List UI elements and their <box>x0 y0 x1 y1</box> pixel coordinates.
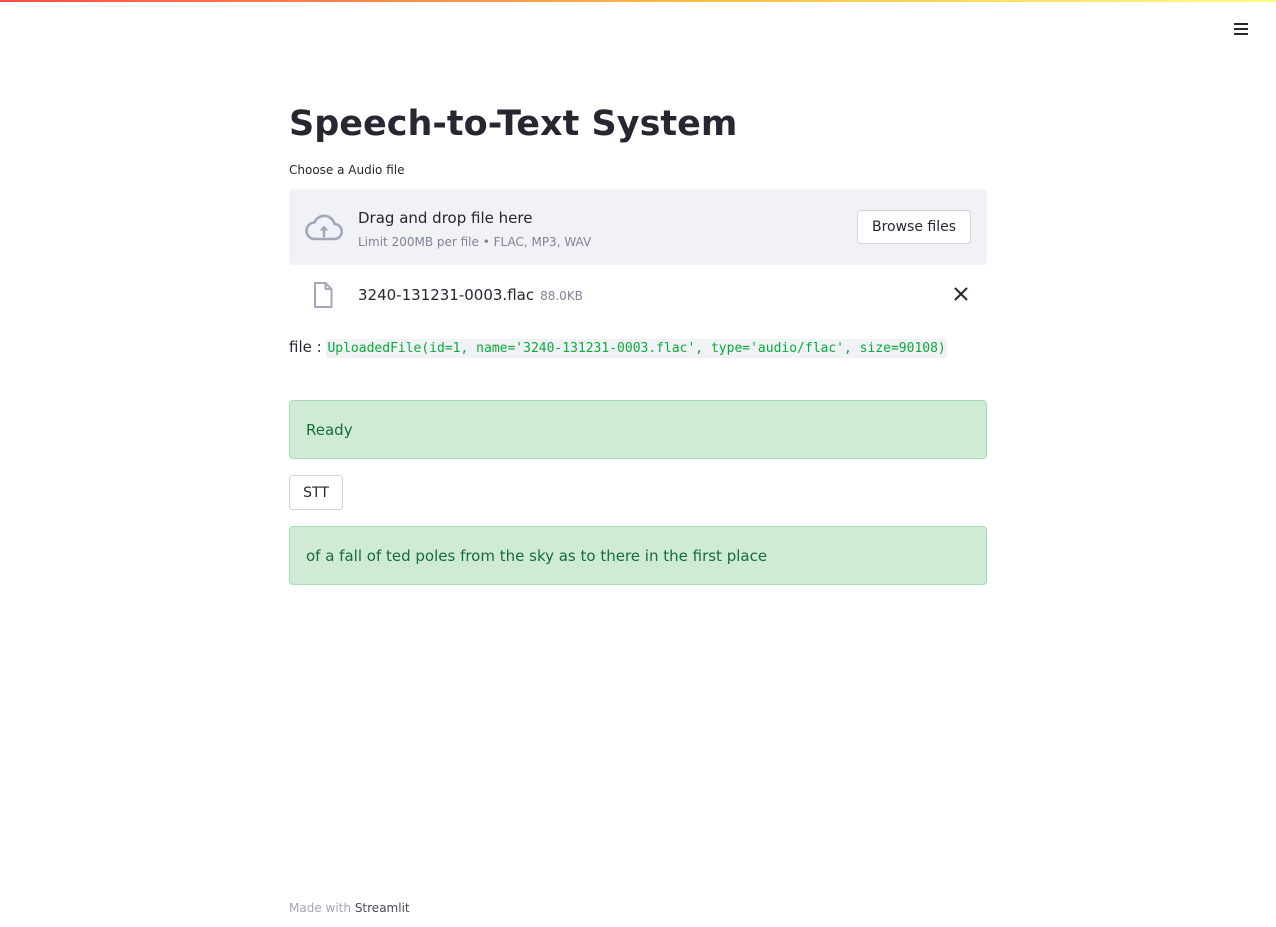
footer: Made with Streamlit <box>289 900 410 916</box>
stt-button[interactable]: STT <box>289 475 343 510</box>
file-dropzone[interactable]: Drag and drop file here Limit 200MB per … <box>289 189 987 265</box>
uploaded-file-name: 3240-131231-0003.flac 88.0KB <box>358 285 583 306</box>
close-icon <box>954 287 968 301</box>
file-info-text: file : UploadedFile(id=1, name='3240-131… <box>289 335 987 361</box>
page-title: Speech-to-Text System <box>289 104 738 144</box>
status-alert-text: Ready <box>306 420 353 439</box>
main-menu-button[interactable] <box>1228 16 1254 42</box>
status-alert: Ready <box>289 400 987 459</box>
file-info-prefix: file : <box>289 338 322 356</box>
browse-files-button[interactable]: Browse files <box>857 210 971 244</box>
transcription-result-alert: of a fall of ted poles from the sky as t… <box>289 526 987 585</box>
file-icon <box>314 282 333 308</box>
remove-file-button[interactable] <box>951 284 971 304</box>
dropzone-limit-text: Limit 200MB per file • FLAC, MP3, WAV <box>358 235 592 249</box>
uploaded-file-size: 88.0KB <box>540 289 583 303</box>
uploaded-file-item: 3240-131231-0003.flac 88.0KB <box>289 276 987 312</box>
transcription-result-text: of a fall of ted poles from the sky as t… <box>306 546 768 565</box>
footer-prefix: Made with <box>289 901 351 915</box>
file-info-code: UploadedFile(id=1, name='3240-131231-000… <box>326 339 947 358</box>
header-decoration <box>0 0 1276 2</box>
file-uploader-label: Choose a Audio file <box>289 163 405 177</box>
uploaded-file-name-text: 3240-131231-0003.flac <box>358 286 535 304</box>
hamburger-menu-icon <box>1234 23 1248 35</box>
dropzone-title: Drag and drop file here <box>358 209 533 227</box>
streamlit-link[interactable]: Streamlit <box>355 901 410 915</box>
cloud-upload-icon <box>305 214 343 241</box>
